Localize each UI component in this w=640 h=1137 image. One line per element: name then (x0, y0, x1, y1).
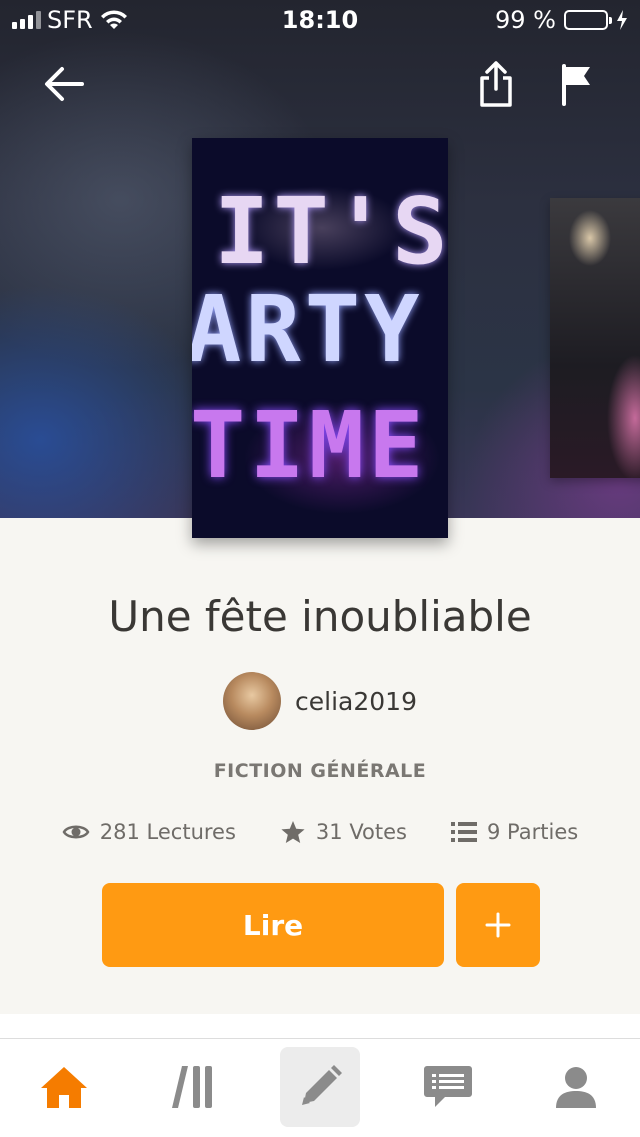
battery-group: 99 % (495, 6, 628, 34)
add-to-library-button[interactable] (456, 883, 540, 967)
library-icon (172, 1066, 212, 1108)
read-button[interactable]: Lire (102, 883, 444, 967)
tab-bar (0, 1038, 640, 1137)
read-button-label: Lire (242, 908, 304, 942)
cover-line-1: IT'S (214, 178, 448, 285)
author-name[interactable]: celia2019 (295, 687, 417, 716)
parts-stat: 9 Parties (451, 820, 578, 844)
flag-icon (562, 64, 590, 106)
parts-count: 9 Parties (487, 820, 579, 844)
votes-stat: 31 Votes (280, 820, 407, 844)
report-button[interactable] (550, 58, 602, 110)
share-icon (480, 61, 512, 107)
author-row[interactable]: celia2019 (0, 672, 640, 730)
plus-icon (485, 912, 511, 938)
story-title: Une fête inoubliable (108, 592, 532, 641)
tab-profile[interactable] (536, 1047, 616, 1127)
tab-home[interactable] (24, 1047, 104, 1127)
share-button[interactable] (470, 58, 522, 110)
profile-icon (556, 1067, 596, 1108)
battery-icon (564, 10, 612, 30)
list-icon (451, 822, 477, 842)
status-bar: SFR 18:10 99 % (0, 0, 640, 40)
eye-icon (62, 825, 90, 839)
story-cover[interactable]: IT'S ARTY TIME (192, 138, 448, 538)
cover-line-3: TIME (192, 392, 428, 499)
home-icon (41, 1067, 87, 1108)
back-button[interactable] (38, 58, 90, 110)
reads-count: 281 Lectures (99, 820, 236, 844)
genre-label[interactable]: FICTION GÉNÉRALE (0, 760, 640, 782)
write-icon (302, 1065, 342, 1105)
star-icon (281, 821, 305, 843)
cover-line-2: ARTY (192, 276, 424, 383)
next-story-cover[interactable] (550, 198, 640, 478)
tab-write[interactable] (280, 1047, 360, 1127)
avatar[interactable] (223, 672, 282, 730)
reads-stat: 281 Lectures (62, 820, 236, 844)
votes-count: 31 Votes (315, 820, 407, 844)
back-arrow-icon (45, 67, 84, 101)
section-divider (0, 1014, 640, 1038)
story-stats: 281 Lectures 31 Votes 9 Parties (0, 820, 640, 844)
messages-icon (424, 1066, 472, 1107)
tab-messages[interactable] (408, 1047, 488, 1127)
charging-icon (617, 10, 627, 30)
battery-percent: 99 % (495, 6, 556, 34)
tab-library[interactable] (152, 1047, 232, 1127)
